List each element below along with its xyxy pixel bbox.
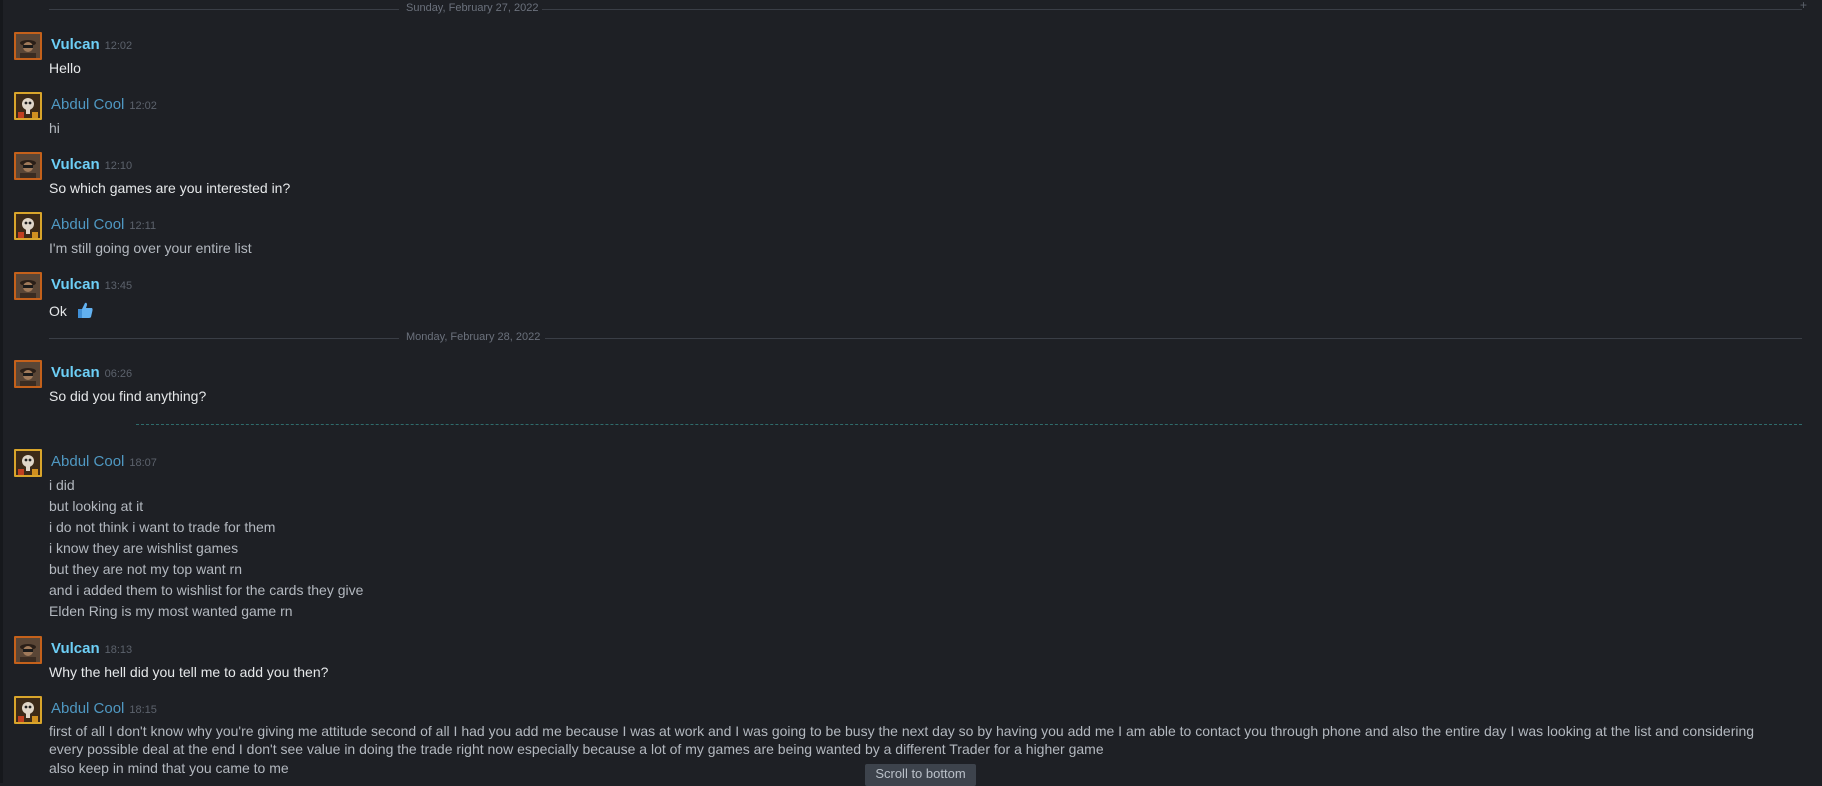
sender-name[interactable]: Abdul Cool xyxy=(51,96,124,113)
message-text: Hello xyxy=(49,60,81,76)
message-text: first of all I don't know why you're giv… xyxy=(49,723,1755,757)
message-text: hi xyxy=(49,120,60,136)
message-text: Ok xyxy=(49,300,95,323)
message-text: i do not think i want to trade for them xyxy=(49,519,276,535)
message-header: Vulcan 12:02 xyxy=(51,36,132,54)
message-header: Vulcan 12:10 xyxy=(51,156,132,174)
sender-name[interactable]: Abdul Cool xyxy=(51,453,124,470)
avatar-vulcan xyxy=(16,638,40,662)
new-messages-divider xyxy=(136,424,1802,425)
sender-name[interactable]: Abdul Cool xyxy=(51,700,124,717)
timestamp: 12:10 xyxy=(104,160,133,172)
avatar-vulcan xyxy=(16,274,40,298)
timestamp: 12:11 xyxy=(129,220,157,232)
message-text: So which games are you interested in? xyxy=(49,180,291,196)
timestamp: 13:45 xyxy=(104,280,133,292)
avatar[interactable] xyxy=(14,272,42,300)
sender-name[interactable]: Abdul Cool xyxy=(51,216,124,233)
sender-name[interactable]: Vulcan xyxy=(51,36,100,53)
message-header: Vulcan 13:45 xyxy=(51,276,132,294)
message-header: Vulcan 18:13 xyxy=(51,640,132,658)
avatar-abdul xyxy=(16,94,40,118)
avatar[interactable] xyxy=(14,636,42,664)
thumbs-up-icon xyxy=(75,300,95,323)
avatar-abdul xyxy=(16,451,40,475)
message-text: also keep in mind that you came to me xyxy=(49,760,289,776)
sender-name[interactable]: Vulcan xyxy=(51,640,100,657)
sender-name[interactable]: Vulcan xyxy=(51,156,100,173)
message-header: Abdul Cool 12:11 xyxy=(51,216,156,234)
avatar[interactable] xyxy=(14,212,42,240)
message-text: and i added them to wishlist for the car… xyxy=(49,582,364,598)
message-header: Abdul Cool 18:15 xyxy=(51,700,157,718)
date-divider-label: Sunday, February 27, 2022 xyxy=(406,2,539,14)
message-header: Abdul Cool 18:07 xyxy=(51,453,157,471)
add-icon[interactable]: + xyxy=(1800,0,1818,11)
timestamp: 18:07 xyxy=(129,457,157,469)
message-text: i did xyxy=(49,477,75,493)
message-text: I'm still going over your entire list xyxy=(49,240,252,256)
timestamp: 18:15 xyxy=(129,704,157,716)
avatar-abdul xyxy=(16,214,40,238)
date-divider: Sunday, February 27, 2022 xyxy=(49,2,1802,16)
message-text: but they are not my top want rn xyxy=(49,561,242,577)
message-text: So did you find anything? xyxy=(49,388,207,404)
chat-log: + Sunday, February 27, 2022 Vulcan 12:02 … xyxy=(0,0,1822,786)
message-header: Abdul Cool 12:02 xyxy=(51,96,157,114)
avatar-vulcan xyxy=(16,154,40,178)
sender-name[interactable]: Vulcan xyxy=(51,364,100,381)
sender-name[interactable]: Vulcan xyxy=(51,276,100,293)
left-edge xyxy=(0,0,3,783)
message-text: but looking at it xyxy=(49,498,144,514)
avatar[interactable] xyxy=(14,360,42,388)
timestamp: 12:02 xyxy=(104,40,133,52)
timestamp: 12:02 xyxy=(129,100,157,112)
date-divider-label: Monday, February 28, 2022 xyxy=(406,331,541,343)
message-text-content: Ok xyxy=(49,303,67,319)
avatar[interactable] xyxy=(14,32,42,60)
message-text: Elden Ring is my most wanted game rn xyxy=(49,603,293,619)
avatar[interactable] xyxy=(14,449,42,477)
message-text: Why the hell did you tell me to add you … xyxy=(49,664,329,680)
avatar-abdul xyxy=(16,698,40,722)
message-header: Vulcan 06:26 xyxy=(51,364,132,382)
date-divider: Monday, February 28, 2022 xyxy=(49,331,1802,345)
avatar[interactable] xyxy=(14,92,42,120)
message-text: i know they are wishlist games xyxy=(49,540,239,556)
avatar[interactable] xyxy=(14,696,42,724)
timestamp: 18:13 xyxy=(104,644,133,656)
timestamp: 06:26 xyxy=(104,368,133,380)
avatar[interactable] xyxy=(14,152,42,180)
avatar-vulcan xyxy=(16,362,40,386)
avatar-vulcan xyxy=(16,34,40,58)
